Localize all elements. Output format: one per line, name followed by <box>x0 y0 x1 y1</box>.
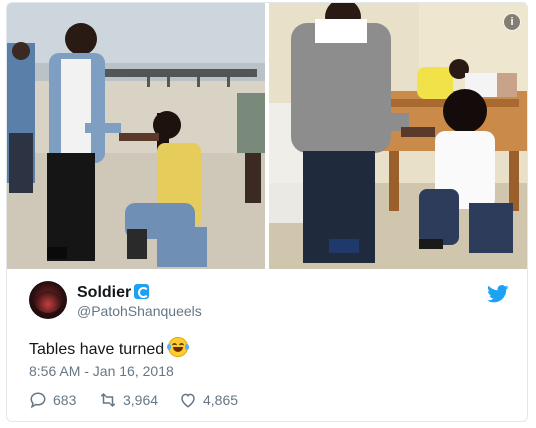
heart-icon <box>181 393 195 408</box>
tweet-actions: 683 3,964 4,865 <box>29 389 509 411</box>
twitter-bird-icon[interactable] <box>487 285 509 303</box>
retweet-button[interactable]: 3,964 <box>99 389 158 411</box>
user-handle[interactable]: @PatohShanqueels <box>77 303 202 319</box>
beach-proposal-photo[interactable] <box>7 3 265 269</box>
tweet-text-content: Tables have turned <box>29 341 165 358</box>
reply-button[interactable]: 683 <box>29 389 76 411</box>
verified-icon <box>134 284 150 299</box>
reply-icon <box>30 392 46 409</box>
retweet-count: 3,964 <box>123 392 159 408</box>
like-button[interactable]: 4,865 <box>179 389 238 411</box>
face-with-tears-of-joy-icon <box>167 337 190 357</box>
tweet-media[interactable]: i <box>7 3 527 269</box>
avatar[interactable] <box>29 281 67 319</box>
retweet-icon <box>100 392 116 408</box>
reply-count: 683 <box>53 392 77 408</box>
office-proposal-photo[interactable]: i <box>269 3 527 269</box>
tweet-header: Soldier @PatohShanqueels <box>29 281 509 321</box>
info-icon[interactable]: i <box>503 13 521 31</box>
tweet-timestamp[interactable]: 8:56 AM - Jan 16, 2018 <box>29 363 174 379</box>
like-count: 4,865 <box>203 392 239 408</box>
tweet-card[interactable]: i Soldier @PatohShanqueels Tables have t… <box>6 2 528 422</box>
display-name-text[interactable]: Soldier <box>77 284 131 301</box>
display-name[interactable]: Soldier <box>77 284 150 302</box>
tweet-text: Tables have turned <box>29 337 190 359</box>
